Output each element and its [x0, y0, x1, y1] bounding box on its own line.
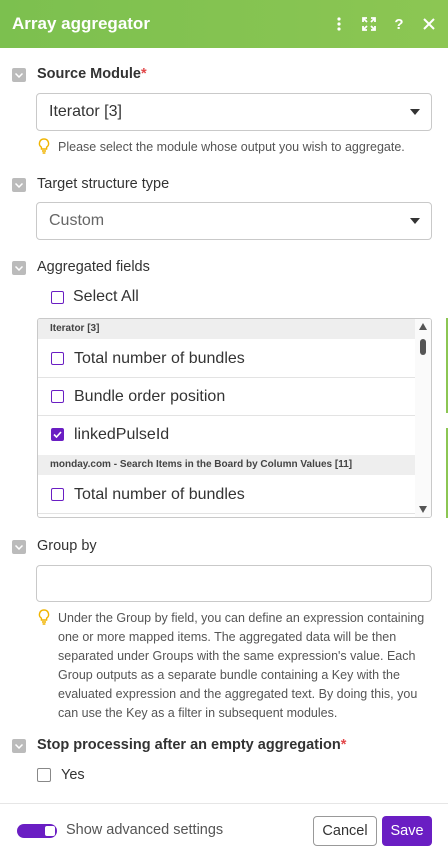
- source-module-select[interactable]: Iterator [3]: [36, 93, 432, 131]
- source-module-value: Iterator [3]: [49, 103, 122, 120]
- source-module-label: Source Module*: [37, 66, 147, 82]
- cancel-button[interactable]: Cancel: [313, 816, 377, 846]
- group-by-label: Group by: [37, 538, 97, 554]
- list-item[interactable]: Total number of bundles: [38, 476, 416, 514]
- source-module-label-text: Source Module: [37, 66, 141, 82]
- panel-title: Array aggregator: [12, 14, 150, 33]
- select-all-checkbox[interactable]: [51, 291, 64, 304]
- chevron-down-icon: [410, 109, 420, 115]
- list-group-header: Iterator [3]: [38, 319, 416, 339]
- yes-checkbox[interactable]: [37, 768, 51, 782]
- save-button[interactable]: Save: [382, 816, 432, 846]
- lightbulb-icon: [38, 138, 50, 154]
- item-checkbox-checked[interactable]: [51, 428, 64, 441]
- item-checkbox[interactable]: [51, 488, 64, 501]
- panel-header: Array aggregator ?: [0, 0, 448, 48]
- select-all-label[interactable]: Select All: [73, 288, 139, 306]
- lightbulb-icon: [38, 609, 50, 625]
- scroll-up-icon[interactable]: [419, 323, 427, 330]
- item-label: Bundle order position: [74, 388, 226, 405]
- scrollbar-thumb[interactable]: [420, 339, 426, 355]
- required-mark: *: [340, 737, 347, 753]
- yes-label[interactable]: Yes: [61, 767, 85, 783]
- source-module-hint: Please select the module whose output yo…: [58, 140, 405, 154]
- advanced-settings-toggle[interactable]: [17, 824, 57, 838]
- section-toggle-icon[interactable]: [12, 261, 26, 275]
- list-scrollbar[interactable]: [415, 319, 431, 517]
- list-item[interactable]: Bundle order position: [38, 378, 416, 416]
- required-mark: *: [140, 66, 147, 82]
- item-label: linkedPulseId: [74, 426, 170, 443]
- advanced-settings-label[interactable]: Show advanced settings: [66, 822, 223, 838]
- item-label: Total number of bundles: [74, 486, 245, 503]
- section-toggle-icon[interactable]: [12, 68, 26, 82]
- item-checkbox[interactable]: [51, 390, 64, 403]
- item-label: Total number of bundles: [74, 350, 245, 367]
- group-by-input[interactable]: [36, 565, 432, 602]
- aggregated-fields-list[interactable]: Iterator [3] Total number of bundles Bun…: [37, 318, 432, 518]
- chevron-down-icon: [410, 218, 420, 224]
- list-item[interactable]: linkedPulseId: [38, 416, 416, 454]
- expand-icon[interactable]: [354, 9, 384, 39]
- target-structure-select[interactable]: Custom: [36, 202, 432, 240]
- list-group-header: monday.com - Search Items in the Board b…: [38, 455, 416, 475]
- target-structure-label: Target structure type: [37, 176, 170, 192]
- stop-processing-label: Stop processing after an empty aggregati…: [37, 737, 346, 753]
- stop-processing-label-text: Stop processing after an empty aggregati…: [37, 737, 341, 753]
- scroll-down-icon[interactable]: [419, 506, 427, 513]
- section-toggle-icon[interactable]: [12, 178, 26, 192]
- item-checkbox[interactable]: [51, 352, 64, 365]
- section-toggle-icon[interactable]: [12, 739, 26, 753]
- toggle-knob: [45, 826, 55, 836]
- help-icon[interactable]: ?: [384, 9, 414, 39]
- aggregated-fields-label: Aggregated fields: [37, 259, 150, 275]
- section-toggle-icon[interactable]: [12, 540, 26, 554]
- close-icon[interactable]: [414, 9, 444, 39]
- panel-footer: Show advanced settings Cancel Save: [0, 803, 448, 855]
- list-item[interactable]: Total number of bundles: [38, 340, 416, 378]
- header-actions: ?: [324, 9, 444, 39]
- target-structure-value: Custom: [49, 212, 105, 229]
- group-by-hint: Under the Group by field, you can define…: [58, 611, 425, 720]
- more-vert-icon[interactable]: [324, 9, 354, 39]
